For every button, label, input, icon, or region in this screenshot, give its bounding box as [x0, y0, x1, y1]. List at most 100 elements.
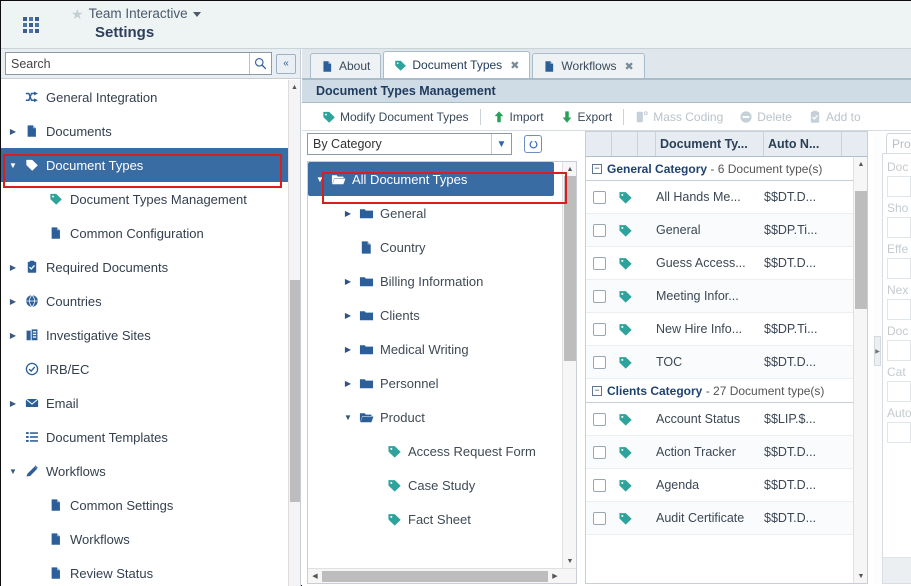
sidebar-item-common-configuration[interactable]: Common Configuration: [1, 216, 288, 250]
chevron-right-icon[interactable]: ▶: [340, 209, 356, 218]
chevron-right-icon[interactable]: ▶: [5, 263, 21, 272]
sidebar-item-required-documents[interactable]: ▶ Required Documents: [1, 250, 288, 284]
team-name[interactable]: Team Interactive: [89, 6, 188, 22]
table-row[interactable]: Meeting Infor...: [586, 280, 867, 313]
sidebar-item-irb-ec[interactable]: IRB/EC: [1, 352, 288, 386]
chevron-down-icon[interactable]: [192, 12, 201, 18]
scroll-thumb[interactable]: [564, 176, 576, 361]
chevron-right-icon[interactable]: ▶: [5, 331, 21, 340]
chevron-down-icon[interactable]: ▼: [5, 467, 21, 476]
chevron-down-icon[interactable]: ▼: [340, 413, 356, 422]
tab-document-types[interactable]: Document Types ✖: [383, 51, 531, 78]
table-row[interactable]: Agenda $$DT.D...: [586, 469, 867, 502]
scroll-thumb[interactable]: [855, 191, 867, 309]
tree-node-billing-information[interactable]: ▶ Billing Information: [308, 264, 562, 298]
chevron-down-icon[interactable]: ▼: [5, 161, 21, 170]
tree-node-fact-sheet[interactable]: Fact Sheet: [308, 502, 562, 536]
row-checkbox-cell[interactable]: [586, 190, 612, 204]
property-input[interactable]: [887, 258, 911, 279]
tree-node-all-document-types[interactable]: ▼ All Document Types: [308, 162, 554, 196]
row-checkbox-cell[interactable]: [586, 478, 612, 492]
close-icon[interactable]: ✖: [510, 59, 519, 72]
double-chevron-left-icon[interactable]: «: [276, 53, 296, 74]
row-checkbox[interactable]: [592, 190, 606, 204]
chevron-right-icon[interactable]: ▶: [5, 399, 21, 408]
sidebar-item-common-settings[interactable]: Common Settings: [1, 488, 288, 522]
column-header-end[interactable]: [842, 132, 867, 156]
category-filter-select[interactable]: By Category ▼: [307, 133, 512, 155]
chevron-right-icon[interactable]: ▶: [340, 345, 356, 354]
table-row[interactable]: TOC $$DT.D...: [586, 346, 867, 379]
property-input[interactable]: [887, 422, 911, 443]
row-checkbox[interactable]: [592, 223, 606, 237]
row-checkbox-cell[interactable]: [586, 289, 612, 303]
scroll-up-arrow[interactable]: ▲: [289, 80, 300, 94]
tab-about[interactable]: About: [310, 53, 382, 78]
column-header-document-type[interactable]: Document Ty...: [656, 132, 764, 156]
sidebar-scrollbar[interactable]: ▲: [288, 80, 300, 586]
sidebar-item-email[interactable]: ▶ Email: [1, 386, 288, 420]
column-header-icon[interactable]: [612, 132, 638, 156]
chevron-right-icon[interactable]: ▶: [340, 311, 356, 320]
row-checkbox[interactable]: [592, 445, 606, 459]
scroll-up-arrow[interactable]: ▲: [563, 162, 576, 176]
minus-box-icon[interactable]: −: [592, 163, 602, 174]
apps-grid-icon[interactable]: [1, 1, 61, 49]
table-row[interactable]: General $$DP.Ti...: [586, 214, 867, 247]
chevron-down-icon[interactable]: ▼: [491, 134, 511, 154]
property-input[interactable]: [887, 381, 911, 402]
tab-workflows[interactable]: Workflows ✖: [532, 53, 645, 78]
sidebar-item-document-templates[interactable]: Document Templates: [1, 420, 288, 454]
chevron-right-icon[interactable]: ▶: [5, 297, 21, 306]
chevron-down-icon[interactable]: ▼: [312, 175, 328, 184]
sidebar-item-document-types-management[interactable]: Document Types Management: [1, 182, 288, 216]
row-checkbox-cell[interactable]: [586, 256, 612, 270]
search-icon[interactable]: [249, 53, 271, 74]
table-row[interactable]: All Hands Me... $$DT.D...: [586, 181, 867, 214]
splitter-grip[interactable]: ▶: [874, 336, 881, 366]
table-row[interactable]: Audit Certificate $$DT.D...: [586, 502, 867, 535]
sidebar-item-countries[interactable]: ▶ Countries: [1, 284, 288, 318]
sidebar-item-general-integration[interactable]: General Integration: [1, 80, 288, 114]
chevron-right-icon[interactable]: ▶: [5, 127, 21, 136]
minus-box-icon[interactable]: −: [592, 385, 602, 396]
tree-node-country[interactable]: Country: [308, 230, 562, 264]
column-header-spacer[interactable]: [638, 132, 656, 156]
scroll-thumb[interactable]: [322, 571, 548, 582]
toolbar-button-export[interactable]: Export: [552, 105, 621, 129]
tree-vertical-scrollbar[interactable]: ▲ ▼: [562, 162, 576, 568]
row-checkbox[interactable]: [592, 256, 606, 270]
grid-group-header[interactable]: − Clients Category - 27 Document type(s): [586, 379, 867, 403]
row-checkbox-cell[interactable]: [586, 355, 612, 369]
grid-vertical-scrollbar[interactable]: ▲ ▼: [853, 157, 867, 583]
row-checkbox[interactable]: [592, 478, 606, 492]
grid-group-header[interactable]: − General Category - 6 Document type(s): [586, 157, 867, 181]
sidebar-item-review-status[interactable]: Review Status: [1, 556, 288, 586]
search-input[interactable]: [6, 53, 249, 74]
row-checkbox-cell[interactable]: [586, 322, 612, 336]
star-icon[interactable]: ★: [71, 6, 84, 22]
tree-node-clients[interactable]: ▶ Clients: [308, 298, 562, 332]
property-input[interactable]: [887, 340, 911, 361]
tab-properties[interactable]: Pro: [886, 133, 911, 153]
tree-horizontal-scrollbar[interactable]: ◀ ▶: [308, 568, 576, 583]
row-checkbox[interactable]: [592, 412, 606, 426]
table-row[interactable]: Guess Access... $$DT.D...: [586, 247, 867, 280]
close-icon[interactable]: ✖: [625, 60, 634, 73]
sidebar-item-investigative-sites[interactable]: ▶ Investigative Sites: [1, 318, 288, 352]
table-row[interactable]: Account Status $$LIP.$...: [586, 403, 867, 436]
row-checkbox[interactable]: [592, 322, 606, 336]
sidebar-item-documents[interactable]: ▶ Documents: [1, 114, 288, 148]
tree-node-personnel[interactable]: ▶ Personnel: [308, 366, 562, 400]
chevron-right-icon[interactable]: ▶: [340, 379, 356, 388]
row-checkbox-cell[interactable]: [586, 412, 612, 426]
row-checkbox[interactable]: [592, 289, 606, 303]
scroll-down-arrow[interactable]: ▼: [854, 569, 867, 583]
toolbar-button-modify-document-types[interactable]: Modify Document Types: [314, 105, 477, 129]
row-checkbox[interactable]: [592, 355, 606, 369]
toolbar-button-import[interactable]: Import: [484, 105, 552, 129]
scroll-down-arrow[interactable]: ▼: [563, 554, 576, 568]
scroll-up-arrow[interactable]: ▲: [854, 157, 867, 171]
row-checkbox[interactable]: [592, 511, 606, 525]
sidebar-item-workflows[interactable]: Workflows: [1, 522, 288, 556]
